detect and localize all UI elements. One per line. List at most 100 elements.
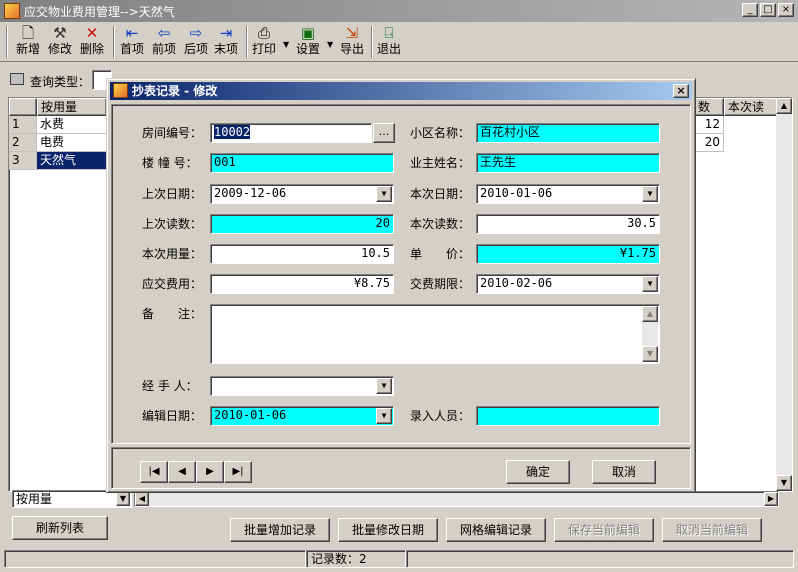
dialog-title-bar[interactable]: 抄表记录 - 修改 × (110, 82, 692, 100)
batch-add-button[interactable]: 批量增加记录 (230, 518, 330, 542)
nav-next-icon[interactable]: ▶ (196, 461, 224, 483)
scroll-down-icon[interactable]: ▼ (776, 475, 792, 491)
grid-header-count[interactable]: 数 (694, 98, 724, 116)
entry-person-field[interactable] (476, 406, 660, 426)
handler-select[interactable]: ▼ (210, 376, 394, 396)
cancel-edit-button[interactable]: 取消当前编辑 (662, 518, 762, 542)
this-reading-label: 本次读数： (410, 217, 471, 231)
refresh-list-button[interactable]: 刷新列表 (12, 516, 108, 540)
nav-last-icon[interactable]: ▶| (224, 461, 252, 483)
remark-textarea[interactable]: ▲ ▼ (210, 304, 660, 364)
print-button[interactable]: ⎙ 打印 (252, 24, 276, 60)
horizontal-scrollbar[interactable]: ◀ ▶ (134, 491, 779, 507)
export-button[interactable]: ⇲ 导出 (340, 24, 364, 60)
dialog-footer: |◀ ◀ ▶ ▶| 确定 取消 (111, 447, 691, 489)
chevron-down-icon[interactable]: ▼ (642, 276, 658, 292)
edit-button[interactable]: ⚒ 修改 (48, 24, 72, 60)
edit-date-picker[interactable]: 2010-01-06 ▼ (210, 406, 394, 426)
prev-button[interactable]: ⇦ 前项 (152, 24, 176, 60)
record-navigator: |◀ ◀ ▶ ▶| (140, 461, 254, 483)
room-lookup-button[interactable]: ... (373, 123, 395, 143)
app-icon (4, 3, 20, 19)
building-field[interactable]: 001 (210, 153, 394, 173)
close-button[interactable]: × (778, 3, 794, 17)
query-type-label: 查询类型： (30, 75, 91, 89)
delete-x-icon: ✕ (85, 24, 99, 42)
ok-button[interactable]: 确定 (506, 460, 570, 484)
grid-header-this-reading[interactable]: 本次读 (724, 98, 778, 116)
dialog-title: 抄表记录 - 修改 (132, 84, 218, 98)
deadline-picker[interactable]: 2010-02-06 ▼ (476, 274, 660, 294)
first-arrow-icon: ⇤ (125, 24, 139, 42)
scroll-left-icon[interactable]: ◀ (135, 492, 149, 506)
batch-edit-date-button[interactable]: 批量修改日期 (338, 518, 438, 542)
meter-reading-dialog: 抄表记录 - 修改 × 房间编号： 10002 ... 小区名称： 百花村小区 … (106, 78, 696, 493)
scroll-up-icon[interactable]: ▲ (776, 98, 792, 114)
this-date-label: 本次日期： (410, 187, 471, 201)
settings-button[interactable]: ▣ 设置 (296, 24, 320, 60)
save-edit-button[interactable]: 保存当前编辑 (554, 518, 654, 542)
grid-header-usage[interactable]: 按用量 (37, 98, 107, 116)
next-button[interactable]: ⇨ 后项 (184, 24, 208, 60)
grid-edit-button[interactable]: 网格编辑记录 (446, 518, 546, 542)
last-reading-field[interactable]: 20 (210, 214, 394, 234)
new-document-icon: 🗋 (21, 24, 35, 42)
window-title: 应交物业费用管理-->天然气 (24, 4, 175, 19)
scroll-up-icon[interactable]: ▲ (642, 306, 658, 322)
chevron-down-icon[interactable]: ▼ (376, 408, 392, 424)
row-index: 2 (9, 134, 37, 152)
main-title-bar[interactable]: 应交物业费用管理-->天然气 _ □ × (0, 0, 798, 22)
table-row[interactable]: 电费 (37, 134, 107, 152)
last-label: 末项 (214, 42, 239, 56)
first-label: 首项 (120, 42, 145, 56)
room-no-value: 10002 (214, 125, 251, 139)
this-reading-input[interactable]: 30.5 (476, 214, 660, 234)
cancel-button[interactable]: 取消 (592, 460, 656, 484)
usage-label: 本次用量： (142, 247, 203, 261)
settings-label: 设置 (296, 42, 321, 56)
dialog-form-panel: 房间编号： 10002 ... 小区名称： 百花村小区 楼 幢 号： 001 业… (111, 104, 691, 444)
nav-prev-icon[interactable]: ◀ (168, 461, 196, 483)
delete-button[interactable]: ✕ 删除 (80, 24, 104, 60)
grid-vertical-scrollbar[interactable]: ▲ ▼ (776, 98, 792, 491)
price-field[interactable]: ¥1.75 (476, 244, 660, 264)
owner-field[interactable]: 王先生 (476, 153, 660, 173)
community-field[interactable]: 百花村小区 (476, 123, 660, 143)
first-button[interactable]: ⇤ 首项 (120, 24, 144, 60)
settings-dropdown-icon[interactable]: ▼ (327, 40, 333, 49)
chevron-down-icon[interactable]: ▼ (642, 186, 658, 202)
table-row[interactable]: 水费 (37, 116, 107, 134)
status-pane-left (4, 550, 306, 568)
scroll-right-icon[interactable]: ▶ (764, 492, 778, 506)
chevron-down-icon[interactable]: ▼ (116, 492, 130, 506)
dialog-app-icon (113, 83, 128, 98)
grid-corner-header (9, 98, 37, 116)
owner-label: 业主姓名： (410, 156, 471, 170)
remark-scrollbar[interactable]: ▲ ▼ (642, 306, 658, 362)
toolbar-separator (246, 26, 248, 58)
fee-label: 应交费用： (142, 277, 203, 291)
fee-input[interactable]: ¥8.75 (210, 274, 394, 294)
table-row-selected[interactable]: 天然气 (37, 152, 107, 170)
dialog-close-button[interactable]: × (673, 84, 689, 98)
row-count-cell[interactable]: 12 (694, 116, 724, 134)
room-no-label: 房间编号： (142, 126, 203, 140)
exit-button[interactable]: ⍈ 退出 (377, 24, 401, 60)
usage-input[interactable]: 10.5 (210, 244, 394, 264)
maximize-button[interactable]: □ (760, 3, 776, 17)
row-index: 3 (9, 152, 37, 170)
room-no-input[interactable]: 10002 (210, 123, 372, 143)
chevron-down-icon[interactable]: ▼ (376, 186, 392, 202)
this-date-picker[interactable]: 2010-01-06 ▼ (476, 184, 660, 204)
new-button[interactable]: 🗋 新增 (16, 24, 40, 60)
minimize-button[interactable]: _ (742, 3, 758, 17)
next-label: 后项 (184, 42, 209, 56)
edit-date-label: 编辑日期： (142, 409, 203, 423)
scroll-down-icon[interactable]: ▼ (642, 346, 658, 362)
row-count-cell[interactable]: 20 (694, 134, 724, 152)
print-dropdown-icon[interactable]: ▼ (283, 40, 289, 49)
nav-first-icon[interactable]: |◀ (140, 461, 168, 483)
last-button[interactable]: ⇥ 末项 (214, 24, 238, 60)
last-date-picker[interactable]: 2009-12-06 ▼ (210, 184, 394, 204)
chevron-down-icon[interactable]: ▼ (376, 378, 392, 394)
